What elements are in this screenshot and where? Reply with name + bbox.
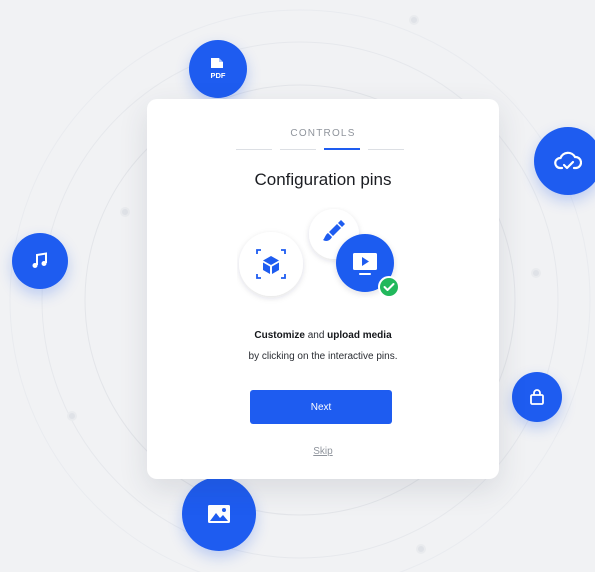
step-indicator [236,148,404,151]
next-button[interactable]: Next [250,390,392,424]
cloud-check-icon [554,151,582,170]
image-pin[interactable] [182,477,256,551]
step-bar-active [324,148,360,150]
pins-illustration [239,209,400,298]
music-note-icon [32,252,47,268]
description-and: and [304,330,328,341]
onboarding-card: CONTROLS Configuration pins Customize an… [147,99,499,479]
cube-pin[interactable] [239,232,303,296]
check-badge [378,276,400,298]
ring-dot [67,411,77,421]
step-label: CONTROLS [290,128,356,139]
ring-dot [416,544,426,554]
pdf-pin[interactable]: PDF [189,40,247,98]
description-line-1: Customize and upload media [147,325,499,346]
ring-dot [531,268,541,278]
pdf-icon: PDF [211,58,226,80]
description: Customize and upload media by clicking o… [147,325,499,367]
skip-link[interactable]: Skip [147,446,499,457]
image-icon [208,505,230,523]
pdf-label: PDF [211,71,226,80]
step-bar [280,149,316,150]
description-bold-upload: upload media [327,330,392,341]
step-bar [236,149,272,150]
description-bold-customize: Customize [254,330,305,341]
step-bar [368,149,404,150]
media-pin[interactable] [336,234,400,298]
cloud-pin[interactable] [534,127,595,195]
music-pin[interactable] [12,233,68,289]
ring-dot [409,15,419,25]
page-title: Configuration pins [254,170,392,189]
shopping-bag-icon [530,389,544,405]
description-line-2: by clicking on the interactive pins. [248,351,398,362]
bag-pin[interactable] [512,372,562,422]
ring-dot [120,207,130,217]
